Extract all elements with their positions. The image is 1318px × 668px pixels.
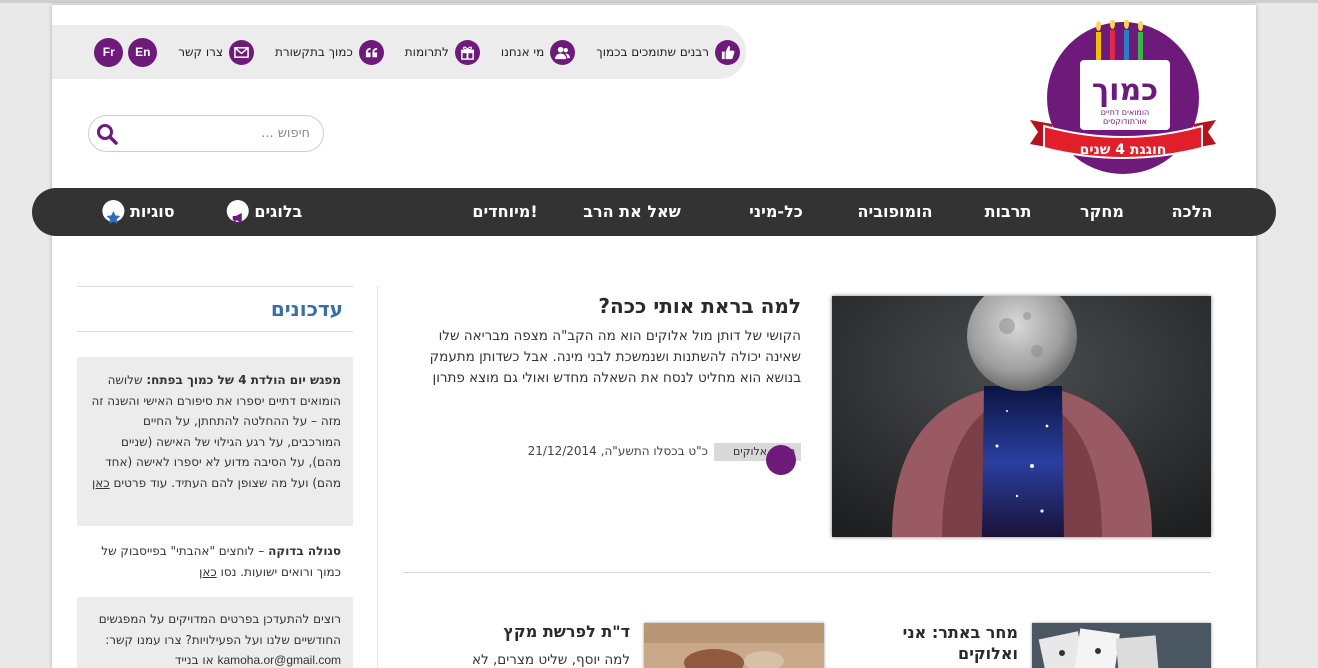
contact-email[interactable]: kamoha.or@gmail.com [217,653,341,667]
sidebar-update-item: רוצים להתעדכן בפרטים המדויקים על המפגשים… [77,597,353,668]
article-date: כ"ט בכסלו התשע"ה, 21/12/2014 [527,444,708,458]
browser-top-edge [0,0,1318,3]
envelope-icon [229,39,254,65]
logo-ribbon-text: חוגגת 4 שנים [1080,142,1167,158]
thumbs-up-icon [715,39,740,65]
nav-item-halacha[interactable]: הלכה [1172,188,1213,236]
nav-item-specials[interactable]: מיוחדים! [472,188,537,236]
card-title[interactable]: ד"ת לפרשת מקץ [460,622,630,641]
sidebar-update-item: סגולה בדוקה – לוחצים "אהבתי" בפייסבוק של… [101,544,341,579]
language-en-button[interactable]: En [128,37,158,67]
users-icon [550,39,576,65]
sidebar-update-item: מפגש יום הולדת 4 של כמוך בפתח: שלושה הומ… [77,357,353,526]
section-divider [403,572,1211,573]
search-box [88,115,324,152]
top-link-donations[interactable]: לתרומות [404,39,480,65]
sidebar-top-line [77,286,353,287]
nav-item-research[interactable]: מחקר [1080,188,1124,236]
nav-item-culture[interactable]: תרבות [985,188,1032,236]
top-link-label: צרו קשר [178,45,223,59]
card-image-painting[interactable] [644,623,824,668]
search-input[interactable] [125,118,310,149]
top-link-contact[interactable]: צרו קשר [178,39,254,65]
nav-item-misc[interactable]: כל-מיני [749,188,803,236]
nav-item-ask-rabbi[interactable]: שאל את הרב [583,188,681,236]
top-link-media[interactable]: כמוך בתקשורת [275,39,384,65]
column-divider [377,286,378,668]
sidebar-title: עדכונים [270,297,343,321]
svg-text:הומואים דתיים: הומואים דתיים [1101,108,1150,117]
top-link-label: רבנים שתומכים בכמוך [596,45,709,59]
star-icon [102,199,125,224]
nav-item-blogs[interactable]: בלוגים [220,188,303,236]
nav-item-homophobia[interactable]: הומופוביה [857,188,932,236]
featured-article-image[interactable] [832,296,1211,537]
top-link-label: כמוך בתקשורת [275,45,353,59]
card-title[interactable]: מחר באתר: אני ואלוקים [850,622,1018,664]
nav-item-topics[interactable]: סוגיות [95,188,175,236]
category-dot [766,445,796,475]
sidebar-link-here[interactable]: כאן [199,565,217,579]
top-links-bar: רבנים שתומכים בכמוך מי אנחנו לתרומות כמו… [52,25,746,79]
site-logo[interactable]: כמוך הומואים דתיים אורתודוקסים חוגגת 4 ש… [1030,20,1216,175]
sidebar-link-here[interactable]: כאן [92,476,110,490]
main-nav: הלכה מחקר תרבות הומופוביה כל-מיני שאל את… [32,188,1276,236]
nav-item-label: סוגיות [129,202,175,221]
sidebar-title-line [77,331,353,332]
top-link-label: לתרומות [404,45,449,59]
top-link-rabbis[interactable]: רבנים שתומכים בכמוך [596,39,740,65]
nav-item-label: בלוגים [254,202,303,221]
svg-text:אורתודוקסים: אורתודוקסים [1103,117,1147,126]
search-icon[interactable] [95,122,119,146]
top-link-about[interactable]: מי אנחנו [500,39,576,65]
language-fr-button[interactable]: Fr [94,37,124,67]
megaphone-icon [226,199,249,224]
featured-article-title[interactable]: למה בראת אותי ככה? [420,294,801,318]
logo-brand-text: כמוך [1092,73,1158,108]
gift-icon [454,39,480,65]
featured-article-excerpt: הקושי של דותן מול אלוקים הוא מה הקב"ה מצ… [429,328,801,386]
quote-icon [358,39,384,65]
card-image-cards[interactable] [1032,623,1211,668]
top-link-label: מי אנחנו [500,45,545,59]
card-excerpt: למה יוסף, שליט מצרים, לא [472,652,630,668]
